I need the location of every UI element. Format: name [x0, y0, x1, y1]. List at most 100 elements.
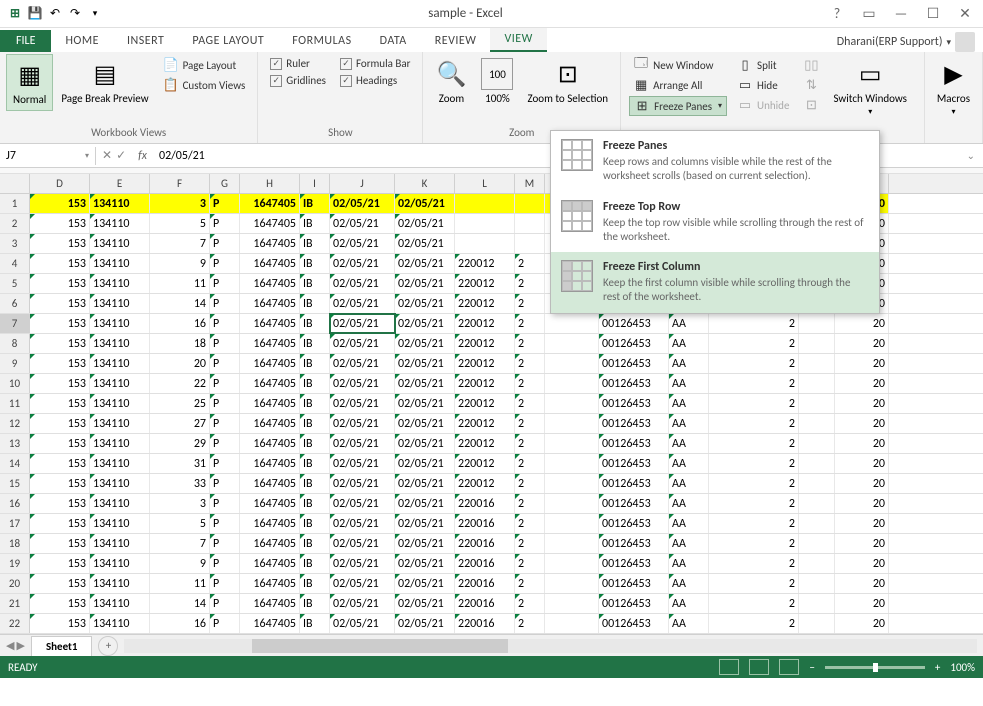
zoom-out-button[interactable]: − — [809, 661, 814, 674]
cell[interactable]: 02/05/21 — [330, 214, 395, 233]
unhide-button[interactable]: ▭Unhide — [733, 96, 793, 114]
cell[interactable]: AA — [669, 414, 709, 433]
cell[interactable]: IB — [300, 594, 330, 613]
tab-page-layout[interactable]: PAGE LAYOUT — [178, 30, 278, 52]
maximize-icon[interactable]: ☐ — [923, 4, 943, 24]
cell[interactable]: 00126453 — [599, 314, 669, 333]
cell[interactable]: 00126453 — [599, 574, 669, 593]
tab-insert[interactable]: INSERT — [113, 30, 178, 52]
split-button[interactable]: ▯Split — [733, 56, 793, 74]
sheet-tab-sheet1[interactable]: Sheet1 — [31, 636, 93, 656]
cell[interactable]: 2 — [709, 514, 799, 533]
ribbon-display-icon[interactable]: ▭ — [859, 4, 879, 24]
zoom-slider[interactable] — [825, 666, 925, 669]
cell[interactable] — [799, 334, 835, 353]
cell[interactable]: P — [210, 374, 240, 393]
cell[interactable]: P — [210, 274, 240, 293]
cell[interactable]: 02/05/21 — [395, 594, 455, 613]
cell[interactable]: 220012 — [455, 474, 515, 493]
switch-windows-button[interactable]: ▭Switch Windows▾ — [827, 54, 913, 121]
cell[interactable]: 00126453 — [599, 554, 669, 573]
cell[interactable] — [515, 194, 545, 213]
cell[interactable]: IB — [300, 274, 330, 293]
cell[interactable]: P — [210, 214, 240, 233]
cell[interactable] — [545, 574, 599, 593]
cell[interactable]: 02/05/21 — [330, 294, 395, 313]
cell[interactable]: 134110 — [90, 254, 150, 273]
custom-views-button[interactable]: 📋Custom Views — [159, 76, 250, 94]
zoom-100-button[interactable]: 100100% — [475, 54, 519, 109]
row-header[interactable]: 6 — [0, 294, 30, 313]
tab-review[interactable]: REVIEW — [421, 30, 491, 52]
cell[interactable]: 02/05/21 — [330, 234, 395, 253]
cell[interactable]: 00126453 — [599, 334, 669, 353]
row-header[interactable]: 8 — [0, 334, 30, 353]
cell[interactable]: P — [210, 354, 240, 373]
column-header-H[interactable]: H — [240, 174, 300, 193]
headings-checkbox[interactable]: ✓Headings — [336, 73, 414, 88]
cell[interactable]: IB — [300, 374, 330, 393]
cell[interactable]: 220012 — [455, 374, 515, 393]
cell[interactable]: 20 — [835, 494, 889, 513]
row-header[interactable]: 22 — [0, 614, 30, 633]
cell[interactable]: 20 — [835, 554, 889, 573]
sheet-nav-next-icon[interactable]: ▶ — [16, 639, 24, 652]
cell[interactable]: 2 — [709, 494, 799, 513]
cell[interactable]: 02/05/21 — [395, 394, 455, 413]
cell[interactable] — [545, 354, 599, 373]
cell[interactable]: 11 — [150, 274, 210, 293]
cell[interactable]: 7 — [150, 234, 210, 253]
cell[interactable]: 2 — [709, 434, 799, 453]
cell[interactable]: 1647405 — [240, 434, 300, 453]
cell[interactable]: 1647405 — [240, 394, 300, 413]
row-header[interactable]: 14 — [0, 454, 30, 473]
cell[interactable]: 02/05/21 — [395, 494, 455, 513]
zoom-button[interactable]: 🔍Zoom — [429, 54, 473, 109]
new-window-button[interactable]: 🗔New Window — [629, 56, 727, 74]
cell[interactable]: IB — [300, 414, 330, 433]
cell[interactable]: 02/05/21 — [330, 554, 395, 573]
cell[interactable]: P — [210, 334, 240, 353]
cell[interactable]: 5 — [150, 514, 210, 533]
cell[interactable]: 1647405 — [240, 554, 300, 573]
cell[interactable]: AA — [669, 554, 709, 573]
cell[interactable]: 2 — [709, 614, 799, 633]
cell[interactable]: 153 — [30, 194, 90, 213]
cell[interactable]: 2 — [515, 394, 545, 413]
cell[interactable]: AA — [669, 374, 709, 393]
cell[interactable] — [799, 614, 835, 633]
cell[interactable]: 220016 — [455, 514, 515, 533]
sheet-nav-prev-icon[interactable]: ◀ — [6, 639, 14, 652]
cell[interactable]: 2 — [515, 534, 545, 553]
cell[interactable]: 02/05/21 — [330, 434, 395, 453]
cell[interactable]: 22 — [150, 374, 210, 393]
name-box[interactable]: J7▾ — [0, 147, 96, 165]
row-header[interactable]: 10 — [0, 374, 30, 393]
cell[interactable]: 1647405 — [240, 614, 300, 633]
cell[interactable]: P — [210, 474, 240, 493]
row-header[interactable]: 16 — [0, 494, 30, 513]
cell[interactable]: 02/05/21 — [395, 374, 455, 393]
reset-window-button[interactable]: ⊡ — [799, 96, 823, 114]
cell[interactable]: 1647405 — [240, 534, 300, 553]
cell[interactable]: 134110 — [90, 494, 150, 513]
cell[interactable]: 27 — [150, 414, 210, 433]
fx-icon[interactable]: fx — [132, 149, 153, 163]
cell[interactable]: 153 — [30, 474, 90, 493]
freeze-top-row-option[interactable]: Freeze Top RowKeep the top row visible w… — [551, 192, 879, 253]
cell[interactable]: P — [210, 294, 240, 313]
cell[interactable] — [799, 534, 835, 553]
cell[interactable]: 18 — [150, 334, 210, 353]
cell[interactable]: IB — [300, 314, 330, 333]
cell[interactable]: 25 — [150, 394, 210, 413]
cell[interactable]: P — [210, 434, 240, 453]
cell[interactable]: 02/05/21 — [395, 254, 455, 273]
cell[interactable]: 02/05/21 — [330, 514, 395, 533]
row-header[interactable]: 13 — [0, 434, 30, 453]
cell[interactable] — [799, 314, 835, 333]
cell[interactable]: 134110 — [90, 314, 150, 333]
excel-icon[interactable]: ⊞ — [6, 5, 24, 23]
hide-button[interactable]: ▭Hide — [733, 76, 793, 94]
cell[interactable]: 220012 — [455, 394, 515, 413]
cell[interactable]: 2 — [709, 354, 799, 373]
